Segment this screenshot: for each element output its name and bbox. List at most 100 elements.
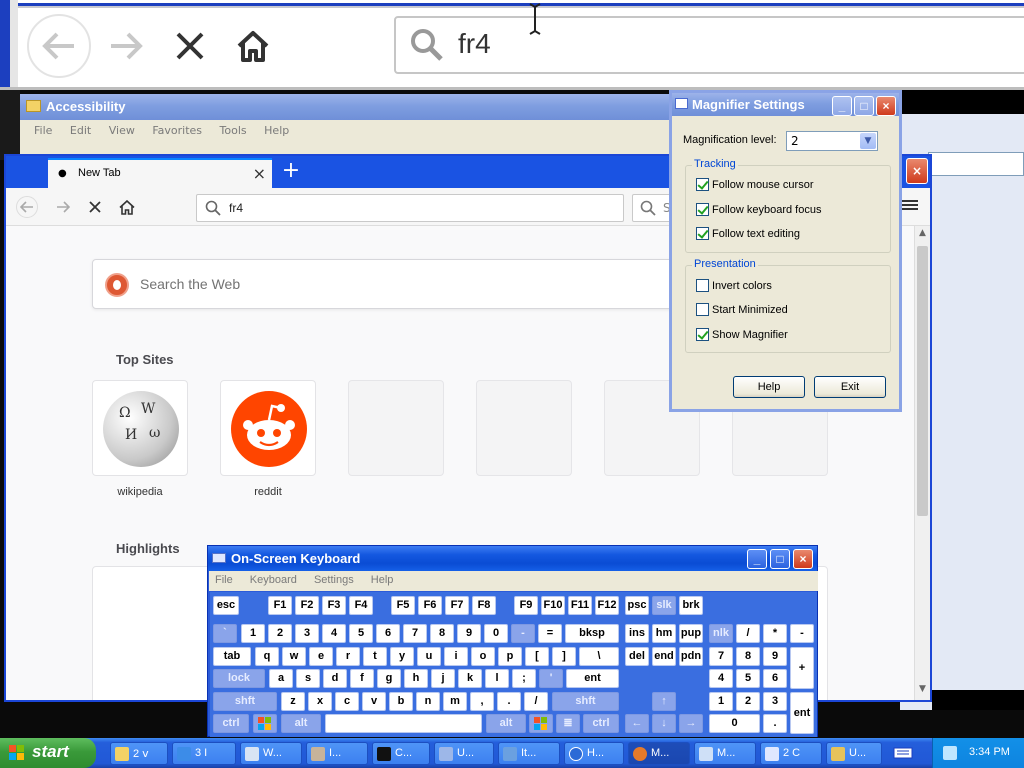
key-kp-9[interactable]: 9 — [763, 647, 787, 666]
checkbox-checked[interactable] — [696, 178, 709, 191]
menu-edit[interactable]: Edit — [70, 124, 91, 137]
key-right-alt[interactable]: alt — [486, 714, 526, 733]
accessibility-title-bar[interactable]: Accessibility — [20, 94, 740, 120]
key-kp-multiply[interactable]: * — [763, 624, 787, 643]
menu-tools[interactable]: Tools — [220, 124, 247, 137]
follow-keyboard-focus-checkbox[interactable]: Follow keyboard focus — [696, 203, 821, 216]
key-kp-subtract[interactable]: - — [790, 624, 814, 643]
key-kp-divide[interactable]: / — [736, 624, 760, 643]
key-semicolon[interactable]: ; — [512, 669, 536, 688]
key-f10[interactable]: F10 — [541, 596, 565, 615]
key-f7[interactable]: F7 — [445, 596, 469, 615]
hamburger-menu-icon[interactable] — [900, 198, 918, 214]
key-period[interactable]: . — [497, 692, 521, 711]
tab-new-tab[interactable]: ● New Tab × — [48, 158, 272, 188]
key-psc[interactable]: psc — [625, 596, 649, 615]
minimize-button[interactable]: _ — [832, 96, 852, 116]
key-i[interactable]: i — [444, 647, 468, 666]
key-g[interactable]: g — [377, 669, 401, 688]
key-backslash[interactable]: \ — [579, 647, 619, 666]
key-caps-lock[interactable]: lock — [213, 669, 265, 688]
menu-help[interactable]: Help — [371, 574, 394, 586]
key-equals[interactable]: = — [538, 624, 562, 643]
key-f2[interactable]: F2 — [295, 596, 319, 615]
top-site-tile-empty[interactable] — [348, 380, 444, 476]
key-7[interactable]: 7 — [403, 624, 427, 643]
osk-title-bar[interactable]: On-Screen Keyboard _ □ × — [208, 546, 817, 571]
key-f11[interactable]: F11 — [568, 596, 592, 615]
key-v[interactable]: v — [362, 692, 386, 711]
key-u[interactable]: u — [417, 647, 441, 666]
back-button[interactable] — [16, 196, 38, 218]
key-f6[interactable]: F6 — [418, 596, 442, 615]
key-q[interactable]: q — [255, 647, 279, 666]
key-m[interactable]: m — [443, 692, 467, 711]
maximize-button[interactable]: □ — [854, 96, 874, 116]
menu-keyboard[interactable]: Keyboard — [250, 574, 297, 586]
checkbox-checked[interactable] — [696, 203, 709, 216]
key-c[interactable]: c — [335, 692, 359, 711]
key-slash[interactable]: / — [524, 692, 548, 711]
key-x[interactable]: x — [308, 692, 332, 711]
key-o[interactable]: o — [471, 647, 495, 666]
window-close-button[interactable]: × — [906, 158, 928, 184]
key-hm[interactable]: hm — [652, 624, 676, 643]
key-4[interactable]: 4 — [322, 624, 346, 643]
key-left-bracket[interactable]: [ — [525, 647, 549, 666]
key-l[interactable]: l — [485, 669, 509, 688]
windows-key-icon[interactable] — [253, 714, 277, 733]
key-del[interactable]: del — [625, 647, 649, 666]
page-scrollbar[interactable]: ▲ ▼ — [914, 226, 930, 700]
key-ins[interactable]: ins — [625, 624, 649, 643]
taskbar-item-cmd[interactable]: C... — [372, 742, 430, 765]
key-f[interactable]: f — [350, 669, 374, 688]
taskbar-item-help[interactable]: H... — [564, 742, 624, 765]
stop-button[interactable] — [84, 196, 106, 218]
forward-button[interactable] — [52, 196, 74, 218]
menu-view[interactable]: View — [109, 124, 135, 137]
scroll-down-icon[interactable]: ▼ — [915, 684, 930, 698]
taskbar-item-folders[interactable]: 2 ⅴ — [110, 742, 168, 765]
taskbar-item-security[interactable]: It... — [498, 742, 560, 765]
key-8[interactable]: 8 — [430, 624, 454, 643]
key-kp-3[interactable]: 3 — [763, 692, 787, 711]
new-tab-button[interactable]: + — [278, 158, 304, 184]
scroll-up-icon[interactable]: ▲ — [915, 228, 930, 242]
checkbox-checked[interactable] — [696, 328, 709, 341]
key-brk[interactable]: brk — [679, 596, 703, 615]
key-right-ctrl[interactable]: ctrl — [583, 714, 619, 733]
taskbar-item-install[interactable]: U... — [826, 742, 882, 765]
follow-text-editing-checkbox[interactable]: Follow text editing — [696, 227, 800, 240]
key-2[interactable]: 2 — [268, 624, 292, 643]
menu-favorites[interactable]: Favorites — [152, 124, 202, 137]
menu-help[interactable]: Help — [264, 124, 289, 137]
invert-colors-checkbox[interactable]: Invert colors — [696, 279, 772, 292]
key-k[interactable]: k — [458, 669, 482, 688]
menu-file[interactable]: File — [215, 574, 233, 586]
key-quote[interactable]: ' — [539, 669, 563, 688]
clock[interactable]: 3:34 PM — [969, 746, 1010, 758]
key-y[interactable]: y — [390, 647, 414, 666]
key-f3[interactable]: F3 — [322, 596, 346, 615]
chevron-down-icon[interactable]: ▼ — [860, 133, 876, 149]
key-left-shift[interactable]: shft — [213, 692, 277, 711]
key-d[interactable]: d — [323, 669, 347, 688]
key-right-bracket[interactable]: ] — [552, 647, 576, 666]
key-backspace[interactable]: bksp — [565, 624, 619, 643]
key-s[interactable]: s — [296, 669, 320, 688]
key-pdn[interactable]: pdn — [679, 647, 703, 666]
key-e[interactable]: e — [309, 647, 333, 666]
key-9[interactable]: 9 — [457, 624, 481, 643]
key-enter[interactable]: ent — [566, 669, 619, 688]
key-esc[interactable]: esc — [213, 596, 239, 615]
follow-mouse-cursor-checkbox[interactable]: Follow mouse cursor — [696, 178, 813, 191]
key-3[interactable]: 3 — [295, 624, 319, 643]
key-kp-decimal[interactable]: . — [763, 714, 787, 733]
key-right-shift[interactable]: shft — [552, 692, 619, 711]
menu-settings[interactable]: Settings — [314, 574, 354, 586]
key-w[interactable]: w — [282, 647, 306, 666]
key-slk[interactable]: slk — [652, 596, 676, 615]
key-f8[interactable]: F8 — [472, 596, 496, 615]
key-h[interactable]: h — [404, 669, 428, 688]
top-site-tile-reddit[interactable] — [220, 380, 316, 476]
